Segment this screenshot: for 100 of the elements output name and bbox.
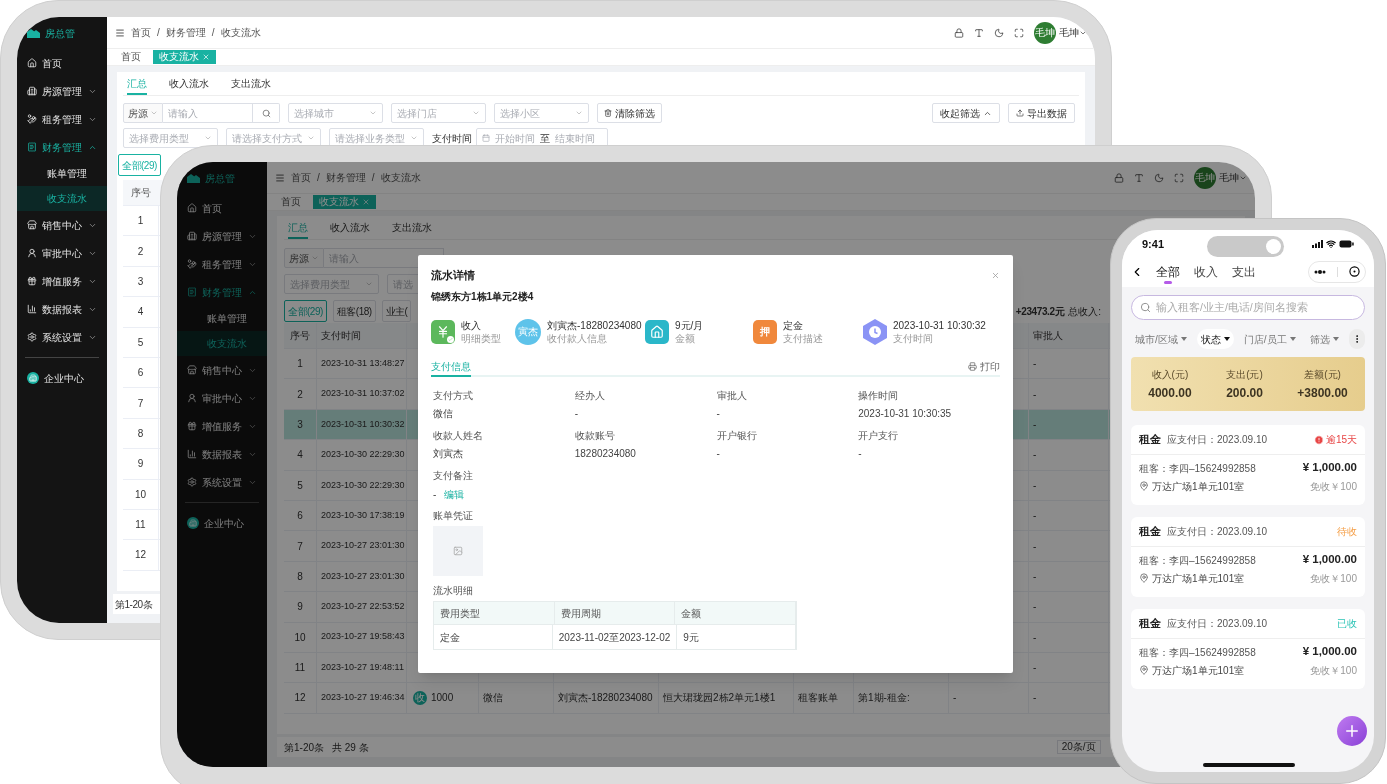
moon-icon[interactable] [1154, 172, 1164, 183]
category-select[interactable]: 房源 [123, 103, 163, 123]
fullscreen-icon[interactable] [1174, 172, 1184, 183]
table-cell-text: 8 [297, 569, 303, 584]
sidebar-item[interactable]: 房源管理 [17, 77, 107, 105]
table-cell-text: 11 [294, 661, 306, 676]
date-range-field[interactable]: 开始时间 至 结束时间 [476, 128, 608, 148]
record-status: 逾15天 [1313, 432, 1357, 447]
sidebar-item[interactable]: 审批中心 [177, 384, 267, 412]
tab[interactable]: 支出流水 [392, 217, 432, 239]
sidebar-item[interactable]: 系统设置 [177, 468, 267, 496]
app-name: 房总管 [205, 171, 235, 186]
page-tag[interactable]: 首页 [115, 50, 147, 64]
field-value: - [858, 447, 863, 461]
search-button[interactable] [253, 103, 280, 123]
category-select[interactable]: 房源 [284, 248, 324, 268]
sidebar-item[interactable]: 首页 [177, 194, 267, 222]
sidebar-item[interactable]: 销售中心 [177, 356, 267, 384]
column-header: 序号 [130, 186, 152, 200]
record-category: 租金 [1139, 432, 1161, 448]
sidebar-item[interactable]: 房源管理 [177, 222, 267, 250]
sidebar-item[interactable]: 销售中心 [17, 211, 107, 239]
row-number: 10 [123, 479, 159, 509]
sidebar-subitem[interactable]: 账单管理 [17, 161, 107, 186]
edit-link[interactable]: 编辑 [444, 486, 465, 502]
user-menu[interactable]: 毛坤 [1219, 170, 1247, 185]
user-avatar[interactable]: 毛坤 [1034, 21, 1056, 44]
sidebar-item[interactable]: 增值服务 [177, 412, 267, 440]
sidebar-item[interactable]: 数据报表 [17, 295, 107, 323]
sidebar-item[interactable]: 财务管理 [17, 133, 107, 161]
add-button[interactable] [1337, 716, 1367, 746]
tab[interactable]: 支出流水 [231, 73, 271, 95]
sidebar-subitem[interactable]: 收支流水 [17, 186, 107, 211]
moon-icon[interactable] [994, 27, 1004, 38]
tab[interactable]: 全部 [1156, 262, 1180, 281]
alert-icon [1313, 434, 1324, 445]
user-avatar[interactable]: 毛坤 [1194, 166, 1216, 189]
menu-icon[interactable] [115, 27, 125, 38]
breadcrumb-item[interactable]: 收支流水 [220, 25, 261, 40]
collapse-filters-button[interactable]: 收起筛选 [932, 103, 1000, 123]
tab[interactable]: 支出 [1232, 262, 1256, 281]
font-size-icon[interactable] [1134, 172, 1144, 183]
location-icon [1139, 573, 1149, 583]
clear-filters-button[interactable]: 清除筛选 [597, 103, 662, 123]
page-size-select[interactable]: 20条/页 [1056, 740, 1101, 754]
sidebar-item[interactable]: 审批中心 [17, 239, 107, 267]
sidebar-item[interactable]: 首页 [17, 49, 107, 77]
record-card[interactable]: 租金 应支付日：2023.09.10 已收 租客：李四–15624992858 ¥ 1,000.00 万达广场1单元101室 免收￥100 [1131, 609, 1365, 689]
filter-dropdown[interactable]: 状态 [1196, 329, 1234, 349]
sidebar-item[interactable]: 数据报表 [177, 440, 267, 468]
search-field[interactable]: 输入租客/业主/电话/房间名搜索 [1131, 295, 1365, 320]
sidebar-item[interactable]: 增值服务 [17, 267, 107, 295]
breadcrumb-item[interactable]: 财务管理 [325, 170, 366, 185]
close-icon[interactable] [991, 270, 1000, 280]
breadcrumb-item[interactable]: 首页 [131, 25, 151, 40]
export-button[interactable]: 导出数据 [1008, 103, 1075, 123]
more-filters-button[interactable] [1348, 329, 1365, 349]
sidebar-item[interactable]: 系统设置 [17, 323, 107, 351]
keyword-input[interactable]: 请输入 [163, 103, 253, 123]
lock-icon[interactable] [1114, 172, 1124, 183]
close-mini-program-icon[interactable] [1348, 266, 1360, 277]
record-card[interactable]: 租金 应支付日：2023.09.10 逾15天 租客：李四–15624992858 ¥ 1,000.00 万达广场1单元101室 免收￥100 [1131, 425, 1365, 505]
breadcrumb-item[interactable]: 财务管理 [165, 25, 206, 40]
filter-dropdown[interactable]: 筛选 [1305, 329, 1343, 349]
column-header: 审批人 [1033, 329, 1063, 343]
sidebar-item[interactable]: 租务管理 [17, 105, 107, 133]
filter-dropdown[interactable]: 城市/区域 [1131, 329, 1191, 349]
breadcrumb-item[interactable]: 首页 [291, 170, 311, 185]
font-size-icon[interactable] [974, 27, 984, 38]
person-avatar: 寅杰 [515, 319, 541, 345]
waiver-amount: 免收￥100 [1310, 479, 1357, 494]
sidebar-item[interactable]: 企业中心 [177, 509, 267, 537]
field-value: - [433, 487, 437, 502]
menu-icon[interactable] [275, 172, 285, 183]
sidebar-item[interactable]: 财务管理 [177, 278, 267, 306]
sidebar-item[interactable]: 租务管理 [177, 250, 267, 278]
search-input[interactable]: 输入租客/业主/电话/房间名搜索 [1156, 299, 1356, 316]
caret-icon [1289, 337, 1296, 341]
record-card[interactable]: 租金 应支付日：2023.09.10 待收 租客：李四–15624992858 ¥ 1,000.00 万达广场1单元101室 免收￥100 [1131, 517, 1365, 597]
page-tag[interactable]: 首页 [275, 195, 307, 209]
type-filter-pill[interactable]: 全部(29) [118, 154, 161, 176]
table-cell: 2023-11-02至2023-12-02 [552, 625, 678, 649]
filter-dropdown[interactable]: 门店/员工 [1239, 329, 1300, 349]
sidebar-subitem[interactable]: 账单管理 [177, 306, 267, 331]
breadcrumb-item[interactable]: 收支流水 [380, 170, 421, 185]
tab[interactable]: 汇总 [127, 73, 147, 95]
more-icon[interactable] [1314, 269, 1327, 274]
menu-item-icon [27, 304, 37, 314]
print-button[interactable]: 打印 [968, 358, 1000, 375]
tab[interactable]: 收入流水 [330, 217, 370, 239]
tab[interactable]: 支付信息 [431, 358, 471, 377]
tab[interactable]: 收入流水 [169, 73, 209, 95]
tab[interactable]: 收入 [1194, 262, 1218, 281]
highlight-label: 支付时间 [893, 332, 934, 345]
type-filter-pill[interactable]: 租客(18) [332, 300, 376, 322]
sidebar-item[interactable]: 企业中心 [17, 364, 107, 392]
lock-icon[interactable] [954, 27, 964, 38]
fullscreen-icon[interactable] [1014, 27, 1024, 38]
type-filter-pill[interactable]: 业主( [381, 300, 412, 322]
user-menu[interactable]: 毛坤 [1059, 25, 1087, 40]
